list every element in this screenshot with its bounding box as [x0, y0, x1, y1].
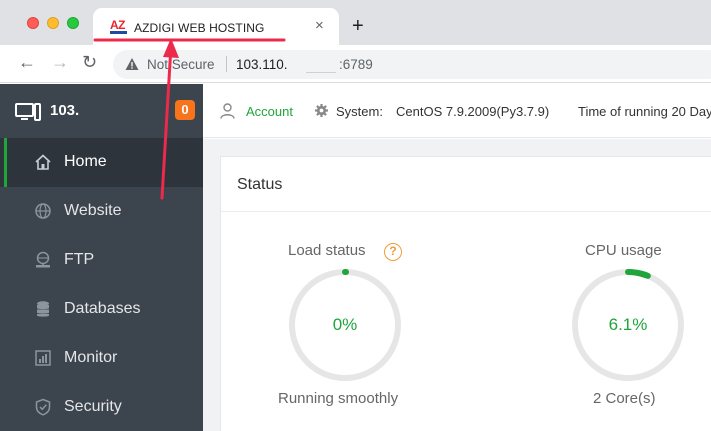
browser-tab-bar: AZ AZDIGI WEB HOSTING × + [0, 0, 711, 45]
cpu-usage-caption: 2 Core(s) [593, 390, 656, 407]
load-status-value: 0% [332, 315, 358, 334]
sidebar: 103. 0 Home Website FTP Databases Monito… [0, 84, 203, 431]
url-port: :6789 [339, 57, 373, 72]
reload-button[interactable]: ↻ [82, 53, 97, 71]
sidebar-item-monitor[interactable]: Monitor [0, 334, 203, 383]
warning-icon[interactable] [125, 57, 139, 71]
server-info-bar: Account System: CentOS 7.9.2009(Py3.7.9)… [203, 84, 711, 138]
panel-title: Status [237, 176, 283, 193]
globe-icon [35, 203, 51, 219]
azdigi-logo-text: AZ [110, 18, 126, 32]
status-panel: Status Load status ? 0% Running smoothly… [220, 156, 711, 431]
sidebar-item-home[interactable]: Home [0, 138, 203, 187]
sidebar-item-security[interactable]: Security [0, 383, 203, 431]
notification-badge[interactable]: 0 [175, 100, 195, 120]
sidebar-item-label: Website [64, 202, 122, 219]
address-bar[interactable]: Not Secure 103.110. :6789 [113, 50, 711, 79]
status-panel-header: Status [221, 157, 711, 212]
sidebar-item-label: Monitor [64, 349, 118, 366]
sidebar-item-label: Databases [64, 300, 141, 317]
cpu-usage-value: 6.1% [608, 315, 648, 334]
ftp-icon [36, 251, 50, 268]
home-icon [35, 154, 51, 170]
url-separator [226, 56, 227, 72]
window-close-button[interactable] [27, 17, 39, 29]
computer-icon [15, 103, 41, 121]
azdigi-logo-icon: AZ [110, 18, 128, 35]
cpu-usage-arc [625, 269, 651, 279]
server-name: 103. [50, 102, 80, 119]
system-label: System: [336, 104, 383, 119]
server-header: 103. 0 [0, 84, 203, 138]
forward-button[interactable]: → [51, 53, 69, 71]
account-link[interactable]: Account [246, 104, 293, 119]
url-redacted [306, 57, 336, 73]
sidebar-item-databases[interactable]: Databases [0, 285, 203, 334]
shield-icon [35, 398, 51, 416]
tab-title: AZDIGI WEB HOSTING [134, 21, 265, 35]
tab-close-icon[interactable]: × [315, 18, 324, 33]
running-time: Time of running 20 Day [578, 104, 711, 119]
sidebar-item-ftp[interactable]: FTP [0, 236, 203, 285]
sidebar-item-label: Home [64, 153, 107, 170]
system-value: CentOS 7.9.2009(Py3.7.9) [396, 104, 550, 119]
security-status[interactable]: Not Secure [147, 57, 215, 72]
browser-toolbar: ← → ↻ Not Secure 103.110. :6789 [0, 45, 711, 83]
load-status-title: Load status [288, 242, 366, 259]
window-minimize-button[interactable] [47, 17, 59, 29]
browser-tab-active[interactable]: AZ AZDIGI WEB HOSTING × [93, 8, 339, 45]
sidebar-item-website[interactable]: Website [0, 187, 203, 236]
user-icon [220, 103, 235, 119]
database-icon [37, 301, 49, 317]
window-maximize-button[interactable] [67, 17, 79, 29]
back-button[interactable]: ← [18, 53, 36, 71]
help-icon[interactable]: ? [384, 243, 402, 261]
sidebar-item-label: Security [64, 398, 122, 415]
load-status-caption: Running smoothly [278, 390, 399, 407]
monitor-icon [35, 350, 51, 366]
new-tab-button[interactable]: + [352, 16, 364, 36]
sidebar-item-label: FTP [64, 251, 95, 268]
url-host: 103.110. [236, 57, 288, 72]
gear-icon [315, 104, 328, 117]
cpu-usage-title: CPU usage [585, 242, 662, 259]
